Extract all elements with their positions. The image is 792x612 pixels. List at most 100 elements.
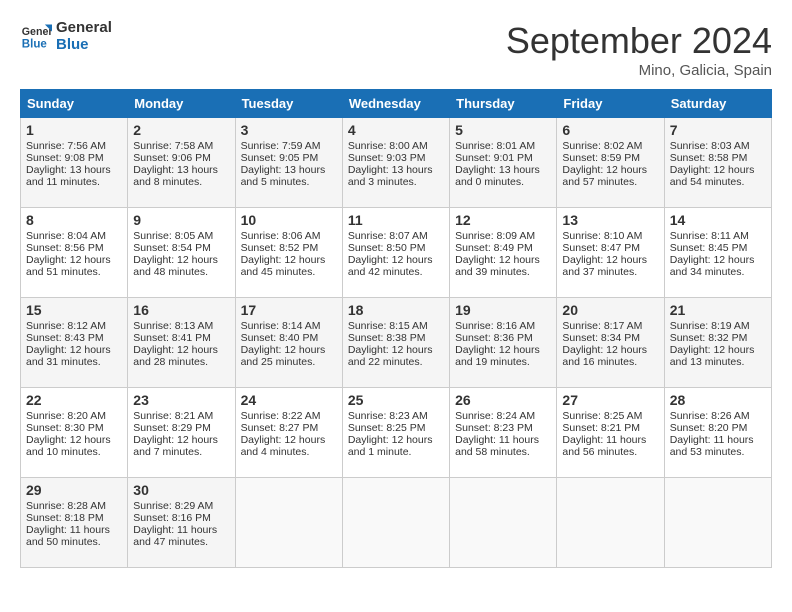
day-info-line: Sunrise: 8:06 AM: [241, 230, 337, 242]
calendar-cell: 29 Sunrise: 8:28 AMSunset: 8:18 PMDayligh…: [21, 478, 128, 568]
calendar-cell: 9Sunrise: 8:05 AMSunset: 8:54 PMDaylight…: [128, 208, 235, 298]
day-info-line: Daylight: 13 hours: [241, 164, 337, 176]
day-number: 7: [670, 122, 766, 138]
day-info-line: Daylight: 13 hours: [348, 164, 444, 176]
day-info-line: Sunset: 8:50 PM: [348, 242, 444, 254]
day-info-line: Sunset: 8:47 PM: [562, 242, 658, 254]
day-info-line: Sunset: 8:30 PM: [26, 422, 122, 434]
day-info-line: Daylight: 12 hours: [133, 434, 229, 446]
day-number: 19: [455, 302, 551, 318]
day-info-line: Sunset: 9:08 PM: [26, 152, 122, 164]
calendar-cell: 7 Sunrise: 8:03 AMSunset: 8:58 PMDaylight…: [664, 118, 771, 208]
day-info-line: Sunrise: 7:59 AM: [241, 140, 337, 152]
day-info-line: and 48 minutes.: [133, 266, 229, 278]
day-info-line: Sunrise: 8:10 AM: [562, 230, 658, 242]
calendar-cell: 5Sunrise: 8:01 AMSunset: 9:01 PMDaylight…: [450, 118, 557, 208]
logo-blue: Blue: [56, 37, 112, 54]
day-info-line: Sunset: 8:58 PM: [670, 152, 766, 164]
weekday-header-friday: Friday: [557, 90, 664, 118]
day-info-line: Sunset: 8:59 PM: [562, 152, 658, 164]
day-info-line: and 56 minutes.: [562, 446, 658, 458]
weekday-header-saturday: Saturday: [664, 90, 771, 118]
day-info-line: and 31 minutes.: [26, 356, 122, 368]
calendar-week-5: 29 Sunrise: 8:28 AMSunset: 8:18 PMDayligh…: [21, 478, 772, 568]
day-info-line: Sunset: 8:45 PM: [670, 242, 766, 254]
day-info-line: and 25 minutes.: [241, 356, 337, 368]
month-title: September 2024: [506, 20, 772, 62]
calendar-cell: [450, 478, 557, 568]
day-info-line: Sunrise: 8:23 AM: [348, 410, 444, 422]
day-info-line: Sunset: 8:41 PM: [133, 332, 229, 344]
svg-text:Blue: Blue: [22, 38, 48, 50]
day-info-line: Daylight: 12 hours: [241, 434, 337, 446]
day-info-line: Sunset: 8:49 PM: [455, 242, 551, 254]
location: Mino, Galicia, Spain: [506, 62, 772, 79]
day-number: 29: [26, 482, 122, 498]
day-info-line: Sunrise: 8:07 AM: [348, 230, 444, 242]
day-info-line: and 50 minutes.: [26, 536, 122, 548]
day-info-line: and 5 minutes.: [241, 176, 337, 188]
day-info-line: Sunrise: 8:28 AM: [26, 500, 122, 512]
day-number: 24: [241, 392, 337, 408]
day-info-line: and 10 minutes.: [26, 446, 122, 458]
day-info-line: Sunrise: 8:16 AM: [455, 320, 551, 332]
day-number: 25: [348, 392, 444, 408]
day-number: 8: [26, 212, 122, 228]
day-number: 13: [562, 212, 658, 228]
calendar-cell: 4Sunrise: 8:00 AMSunset: 9:03 PMDaylight…: [342, 118, 449, 208]
day-number: 18: [348, 302, 444, 318]
day-info-line: Daylight: 12 hours: [455, 254, 551, 266]
day-info-line: and 57 minutes.: [562, 176, 658, 188]
day-info-line: Daylight: 13 hours: [133, 164, 229, 176]
day-info-line: Daylight: 12 hours: [241, 344, 337, 356]
day-info-line: Sunrise: 8:26 AM: [670, 410, 766, 422]
calendar-cell: 15Sunrise: 8:12 AMSunset: 8:43 PMDayligh…: [21, 298, 128, 388]
day-info-line: Sunset: 9:03 PM: [348, 152, 444, 164]
day-info-line: Sunset: 8:18 PM: [26, 512, 122, 524]
day-info-line: Daylight: 13 hours: [455, 164, 551, 176]
day-info-line: Sunrise: 8:00 AM: [348, 140, 444, 152]
day-info-line: Sunrise: 7:58 AM: [133, 140, 229, 152]
day-info-line: Sunrise: 8:20 AM: [26, 410, 122, 422]
day-info-line: Daylight: 12 hours: [562, 344, 658, 356]
day-info-line: and 34 minutes.: [670, 266, 766, 278]
day-info-line: Sunrise: 8:05 AM: [133, 230, 229, 242]
calendar-cell: [342, 478, 449, 568]
logo-icon: General Blue: [20, 21, 52, 53]
day-info-line: Daylight: 12 hours: [241, 254, 337, 266]
logo-general: General: [56, 20, 112, 37]
day-info-line: Daylight: 12 hours: [670, 164, 766, 176]
calendar-cell: 30Sunrise: 8:29 AMSunset: 8:16 PMDayligh…: [128, 478, 235, 568]
day-info-line: Daylight: 12 hours: [562, 164, 658, 176]
calendar-cell: 11Sunrise: 8:07 AMSunset: 8:50 PMDayligh…: [342, 208, 449, 298]
day-info-line: and 8 minutes.: [133, 176, 229, 188]
calendar-cell: 18Sunrise: 8:15 AMSunset: 8:38 PMDayligh…: [342, 298, 449, 388]
day-info-line: Sunset: 8:20 PM: [670, 422, 766, 434]
day-info-line: Sunset: 8:32 PM: [670, 332, 766, 344]
day-info-line: Daylight: 11 hours: [455, 434, 551, 446]
day-info-line: Sunrise: 7:56 AM: [26, 140, 122, 152]
calendar-cell: 26Sunrise: 8:24 AMSunset: 8:23 PMDayligh…: [450, 388, 557, 478]
calendar-cell: 6Sunrise: 8:02 AMSunset: 8:59 PMDaylight…: [557, 118, 664, 208]
day-info-line: Daylight: 12 hours: [26, 344, 122, 356]
calendar-week-2: 8Sunrise: 8:04 AMSunset: 8:56 PMDaylight…: [21, 208, 772, 298]
calendar-week-3: 15Sunrise: 8:12 AMSunset: 8:43 PMDayligh…: [21, 298, 772, 388]
calendar-week-4: 22Sunrise: 8:20 AMSunset: 8:30 PMDayligh…: [21, 388, 772, 478]
calendar-cell: 8Sunrise: 8:04 AMSunset: 8:56 PMDaylight…: [21, 208, 128, 298]
day-number: 15: [26, 302, 122, 318]
day-info-line: Daylight: 11 hours: [26, 524, 122, 536]
day-info-line: Daylight: 12 hours: [26, 434, 122, 446]
day-info-line: Sunrise: 8:03 AM: [670, 140, 766, 152]
day-number: 1: [26, 122, 122, 138]
day-info-line: and 54 minutes.: [670, 176, 766, 188]
day-info-line: Sunset: 8:29 PM: [133, 422, 229, 434]
calendar-cell: 12Sunrise: 8:09 AMSunset: 8:49 PMDayligh…: [450, 208, 557, 298]
day-number: 20: [562, 302, 658, 318]
day-info-line: Daylight: 12 hours: [348, 254, 444, 266]
day-info-line: Sunset: 9:05 PM: [241, 152, 337, 164]
day-number: 2: [133, 122, 229, 138]
calendar-table: SundayMondayTuesdayWednesdayThursdayFrid…: [20, 89, 772, 568]
day-info-line: Sunrise: 8:24 AM: [455, 410, 551, 422]
day-number: 28: [670, 392, 766, 408]
weekday-header-wednesday: Wednesday: [342, 90, 449, 118]
